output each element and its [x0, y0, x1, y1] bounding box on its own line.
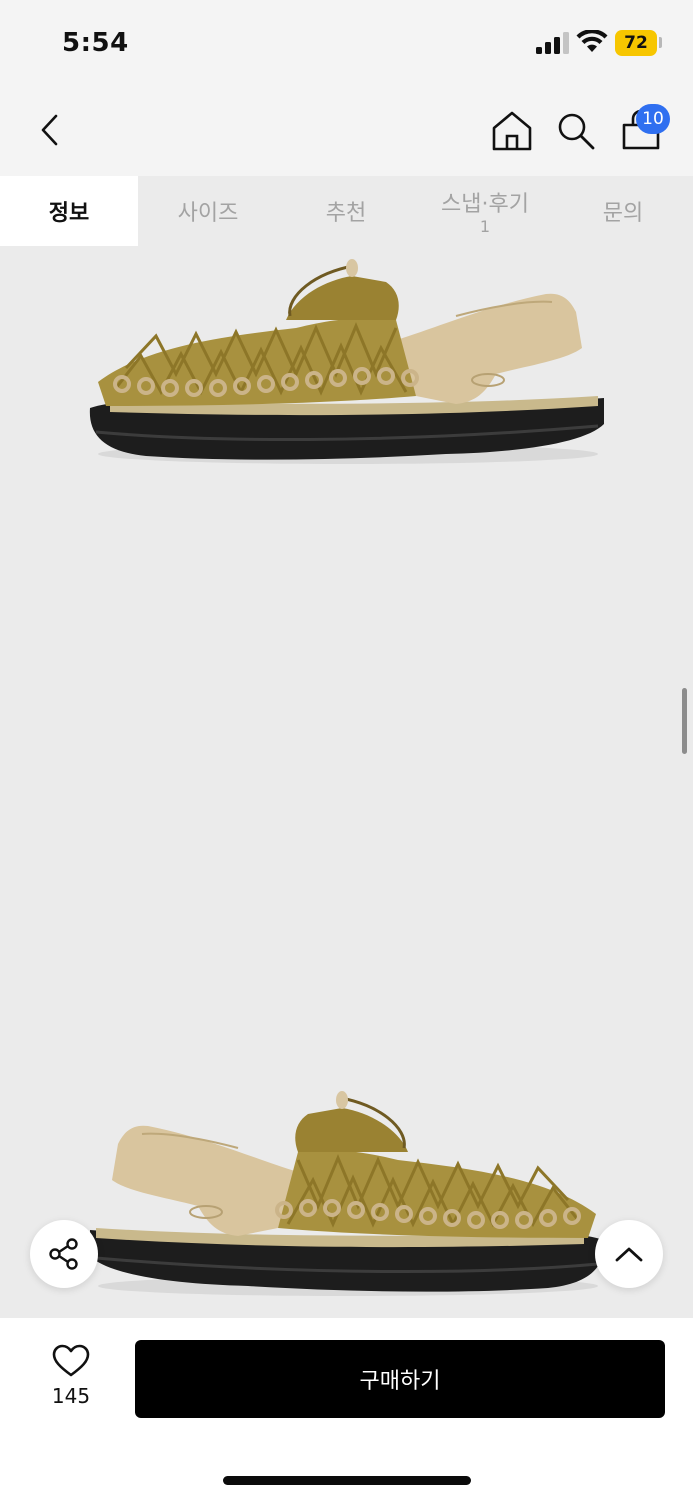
battery-tip — [659, 37, 662, 48]
cart-count-badge: 10 — [636, 104, 670, 134]
top-navigation-bar — [0, 88, 693, 176]
tab-size[interactable]: 사이즈 — [139, 176, 277, 246]
tab-snap-review-label: 스냅·후기 — [441, 192, 529, 217]
battery-level: 72 — [624, 33, 648, 53]
home-icon[interactable] — [490, 110, 534, 152]
wifi-icon — [576, 30, 608, 52]
product-image-area — [0, 246, 693, 1318]
sandal-image-side-left — [90, 1091, 605, 1296]
tab-inquiry[interactable]: 문의 — [554, 176, 692, 246]
buy-button[interactable]: 구매하기 — [135, 1340, 665, 1418]
status-bar: 5:54 72 — [0, 0, 693, 88]
tab-snap-review[interactable]: 스냅·후기 1 — [416, 176, 554, 246]
heart-icon[interactable] — [52, 1344, 90, 1378]
share-button[interactable] — [30, 1220, 98, 1288]
product-detail-screen: 5:54 72 10 정보 사이즈 추천 스냅·후기 1 문의 145 구매하기 — [0, 0, 693, 1500]
cellular-signal-icon — [536, 32, 569, 54]
tab-info-label: 정보 — [48, 201, 90, 226]
sandal-image-side-right — [89, 259, 605, 464]
battery-indicator: 72 — [615, 30, 657, 56]
like-count: 145 — [51, 1384, 91, 1408]
tab-inquiry-label: 문의 — [602, 201, 644, 226]
status-time: 5:54 — [62, 28, 129, 58]
chevron-left-icon[interactable] — [36, 112, 64, 148]
home-indicator — [223, 1476, 471, 1485]
scroll-to-top-button[interactable] — [595, 1220, 663, 1288]
tab-snap-review-count: 1 — [479, 217, 491, 236]
search-icon[interactable] — [555, 110, 597, 152]
tab-recommend[interactable]: 추천 — [277, 176, 415, 246]
chevron-up-icon — [615, 1247, 643, 1262]
tab-info[interactable]: 정보 — [0, 176, 138, 246]
product-tabs: 정보 사이즈 추천 스냅·후기 1 문의 — [0, 176, 693, 246]
share-icon — [49, 1238, 78, 1270]
scroll-indicator[interactable] — [682, 688, 687, 754]
tab-size-label: 사이즈 — [177, 201, 239, 226]
tab-recommend-label: 추천 — [325, 201, 367, 226]
